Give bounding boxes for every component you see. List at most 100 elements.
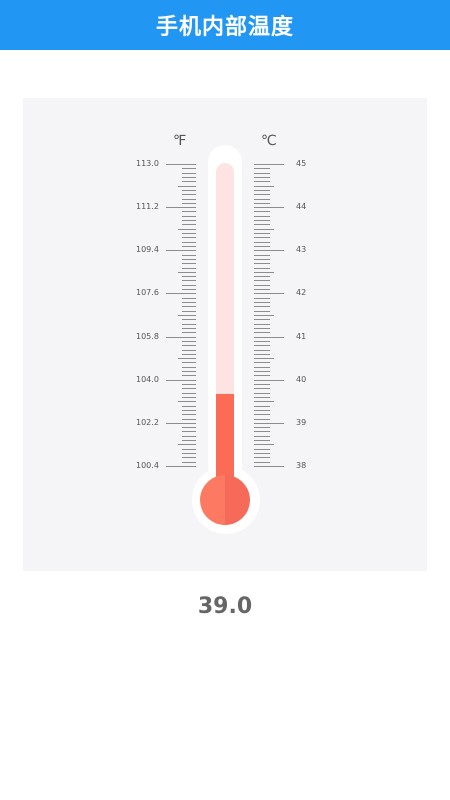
- fahrenheit-minor-tick: [182, 211, 196, 213]
- fahrenheit-minor-tick: [178, 315, 196, 316]
- fahrenheit-minor-tick: [182, 362, 196, 364]
- fahrenheit-tick-label: 102.2: [136, 417, 159, 427]
- celsius-tick-label: 45: [296, 159, 307, 168]
- celsius-minor-tick: [254, 448, 270, 450]
- temperature-reading: 39.0: [197, 594, 253, 619]
- celsius-minor-tick: [254, 198, 270, 200]
- celsius-minor-tick: [254, 289, 270, 291]
- fahrenheit-minor-tick: [182, 371, 196, 373]
- celsius-minor-tick: [254, 384, 270, 386]
- celsius-minor-tick: [254, 284, 270, 286]
- fahrenheit-minor-tick: [182, 392, 196, 394]
- fahrenheit-minor-tick: [182, 353, 196, 355]
- fahrenheit-minor-tick: [182, 198, 196, 200]
- celsius-minor-tick: [254, 233, 270, 235]
- fahrenheit-major-tick: [166, 422, 196, 424]
- fahrenheit-minor-tick: [182, 440, 196, 442]
- celsius-tick-label: 38: [296, 461, 307, 470]
- celsius-minor-tick: [254, 202, 270, 204]
- celsius-minor-tick: [254, 181, 270, 183]
- celsius-minor-tick: [254, 358, 274, 360]
- fahrenheit-minor-tick: [182, 427, 196, 429]
- celsius-minor-tick: [254, 409, 270, 411]
- celsius-minor-tick: [254, 431, 270, 433]
- fahrenheit-minor-tick: [182, 310, 196, 312]
- fahrenheit-major-tick: [166, 466, 196, 467]
- fahrenheit-minor-tick: [182, 405, 196, 407]
- fahrenheit-tick-label: 111.2: [136, 202, 159, 212]
- celsius-minor-tick: [254, 457, 270, 459]
- fahrenheit-minor-tick: [182, 409, 196, 411]
- fahrenheit-minor-tick: [182, 224, 196, 226]
- celsius-unit-label: ℃: [261, 133, 277, 149]
- fahrenheit-minor-tick: [182, 176, 196, 178]
- fahrenheit-minor-tick: [182, 194, 196, 196]
- celsius-tick-label: 42: [296, 288, 307, 298]
- celsius-minor-tick: [254, 263, 270, 265]
- celsius-minor-tick: [254, 461, 270, 463]
- fahrenheit-tick-label: 100.4: [136, 461, 159, 470]
- celsius-minor-tick: [254, 258, 270, 260]
- celsius-minor-tick: [254, 405, 270, 407]
- celsius-minor-tick: [254, 453, 270, 455]
- fahrenheit-minor-tick: [182, 202, 196, 204]
- celsius-minor-tick: [254, 302, 270, 304]
- fahrenheit-minor-tick: [182, 375, 196, 377]
- fahrenheit-major-tick: [166, 336, 196, 338]
- fahrenheit-minor-tick: [182, 267, 196, 269]
- celsius-minor-tick: [254, 280, 270, 282]
- fahrenheit-tick-label: 113.0: [136, 159, 159, 168]
- celsius-minor-tick: [254, 168, 270, 170]
- celsius-minor-tick: [254, 435, 270, 437]
- celsius-minor-tick: [254, 414, 270, 416]
- celsius-tick-label: 44: [296, 202, 307, 212]
- celsius-major-tick: [254, 466, 284, 467]
- thermometer-bulb: [200, 475, 250, 525]
- fahrenheit-major-tick: [166, 250, 196, 252]
- celsius-minor-tick: [254, 271, 274, 273]
- fahrenheit-unit-label: ℉: [173, 133, 187, 149]
- fahrenheit-minor-tick: [178, 228, 196, 230]
- fahrenheit-minor-tick: [178, 185, 196, 187]
- fahrenheit-minor-tick: [182, 388, 196, 390]
- fahrenheit-minor-tick: [182, 172, 196, 174]
- celsius-minor-tick: [254, 349, 270, 351]
- fahrenheit-minor-tick: [182, 457, 196, 459]
- celsius-minor-tick: [254, 228, 274, 230]
- fahrenheit-minor-tick: [182, 323, 196, 325]
- celsius-minor-tick: [254, 215, 270, 217]
- fahrenheit-minor-tick: [182, 302, 196, 304]
- celsius-minor-tick: [254, 185, 274, 187]
- fahrenheit-minor-tick: [182, 306, 196, 308]
- fahrenheit-major-tick: [166, 293, 196, 295]
- fahrenheit-tick-label: 109.4: [136, 245, 159, 255]
- fahrenheit-minor-tick: [182, 396, 196, 398]
- fahrenheit-minor-tick: [182, 181, 196, 183]
- fahrenheit-minor-tick: [182, 284, 196, 286]
- celsius-major-tick: [254, 250, 284, 252]
- fahrenheit-minor-tick: [182, 431, 196, 433]
- celsius-major-tick: [254, 207, 284, 209]
- celsius-tick-label: 43: [296, 245, 307, 255]
- fahrenheit-minor-tick: [182, 414, 196, 416]
- fahrenheit-minor-tick: [182, 289, 196, 291]
- fahrenheit-minor-tick: [182, 220, 196, 222]
- fahrenheit-minor-tick: [182, 280, 196, 282]
- celsius-minor-tick: [254, 345, 270, 347]
- celsius-minor-tick: [254, 220, 270, 222]
- fahrenheit-minor-tick: [182, 340, 196, 342]
- app-header: 手机内部温度: [0, 0, 450, 50]
- fahrenheit-minor-tick: [182, 319, 196, 321]
- celsius-minor-tick: [254, 176, 270, 178]
- fahrenheit-minor-tick: [182, 461, 196, 463]
- celsius-major-tick: [254, 379, 284, 381]
- celsius-minor-tick: [254, 444, 274, 446]
- celsius-minor-tick: [254, 340, 270, 342]
- celsius-minor-tick: [254, 172, 270, 174]
- fahrenheit-minor-tick: [182, 327, 196, 329]
- celsius-tick-label: 39: [296, 417, 307, 427]
- fahrenheit-minor-tick: [182, 435, 196, 437]
- fahrenheit-minor-tick: [178, 271, 196, 273]
- fahrenheit-minor-tick: [182, 384, 196, 386]
- celsius-minor-tick: [254, 401, 274, 403]
